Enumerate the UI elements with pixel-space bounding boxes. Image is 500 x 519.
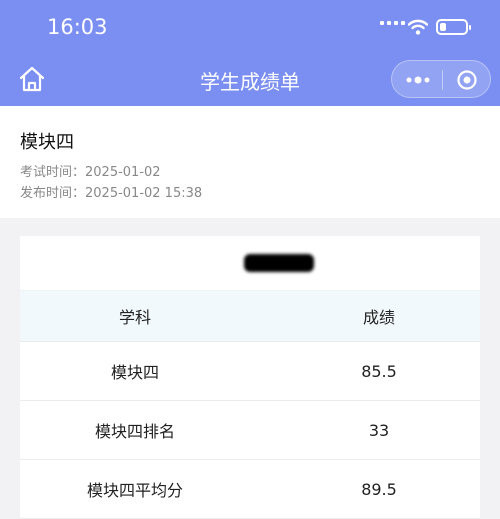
subject-cell: 模块四平均分 bbox=[86, 481, 183, 500]
mini-program-capsule bbox=[391, 60, 491, 98]
redacted-name bbox=[244, 254, 314, 272]
table-header-row: 学科 成绩 bbox=[20, 290, 480, 342]
exam-time: 考试时间：2025-01-02 bbox=[20, 165, 161, 180]
publish-time: 发布时间：2025-01-02 15:38 bbox=[20, 186, 203, 201]
table-row: 模块四排名 33 bbox=[20, 401, 480, 460]
score-cell: 89.5 bbox=[361, 479, 397, 499]
score-cell: 33 bbox=[368, 420, 390, 440]
close-mini-program-icon[interactable] bbox=[456, 69, 478, 91]
status-time: 16:03 bbox=[47, 15, 108, 39]
subject-cell: 模块四 bbox=[110, 363, 159, 382]
wifi-icon bbox=[408, 19, 428, 35]
exam-info-card: 模块四 考试时间：2025-01-02 发布时间：2025-01-02 15:3… bbox=[0, 106, 500, 218]
top-bar: 16:03 学生成绩单 bbox=[0, 0, 500, 106]
score-table: 学科 成绩 模块四 85.5 模块四排名 33 模块四平均分 89.5 bbox=[20, 236, 480, 519]
score-cell: 85.5 bbox=[361, 361, 397, 381]
more-icon[interactable] bbox=[404, 71, 432, 89]
column-header-score: 成绩 bbox=[362, 308, 395, 327]
table-row: 模块四平均分 89.5 bbox=[20, 460, 480, 519]
subject-cell: 模块四排名 bbox=[94, 422, 175, 441]
module-name: 模块四 bbox=[20, 132, 74, 153]
battery-icon bbox=[436, 19, 471, 35]
nav-bar: 学生成绩单 bbox=[0, 52, 500, 106]
status-bar: 16:03 bbox=[0, 0, 500, 52]
column-header-subject: 学科 bbox=[118, 308, 151, 327]
signal-icon bbox=[380, 21, 405, 25]
student-name-header bbox=[20, 236, 480, 290]
capsule-divider bbox=[442, 70, 443, 90]
table-row: 模块四 85.5 bbox=[20, 342, 480, 401]
